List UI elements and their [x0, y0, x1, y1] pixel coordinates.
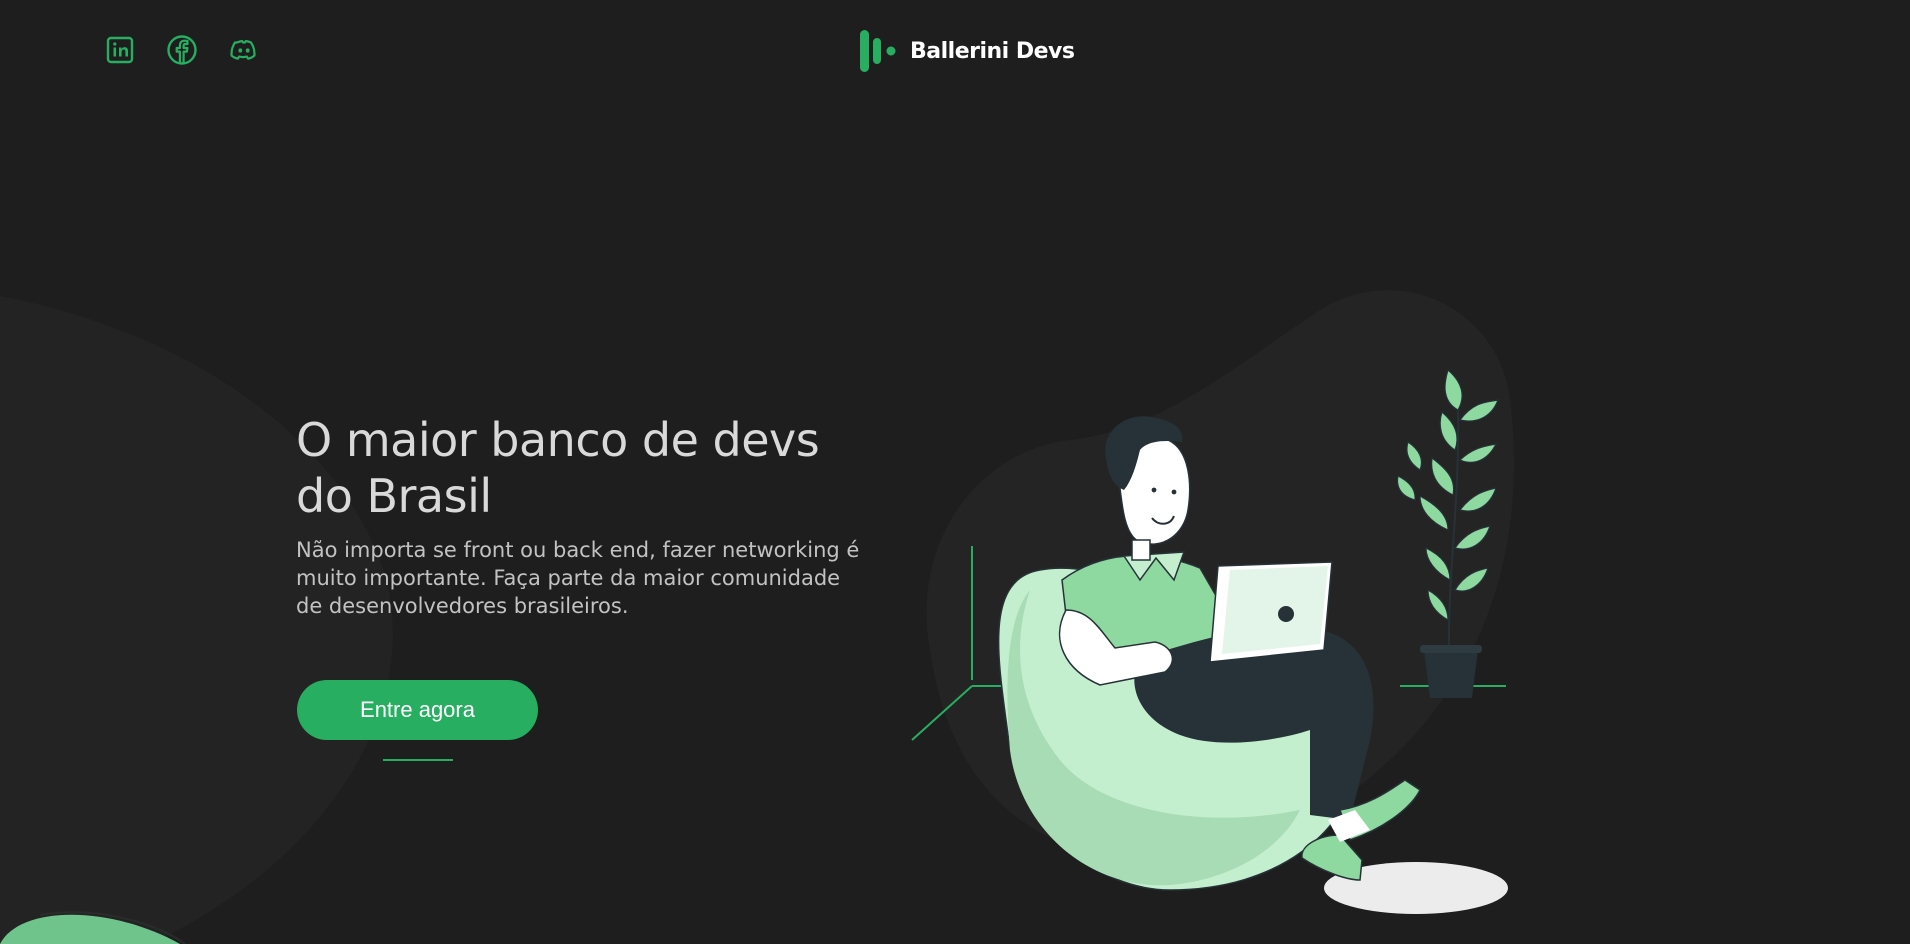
social-links: [104, 34, 260, 66]
discord-icon: [230, 40, 256, 60]
cta-underline: [383, 759, 453, 761]
ballerini-logo-icon: [860, 30, 896, 72]
hero-description: Não importa se front ou back end, fazer …: [296, 538, 860, 618]
hero-title: O maior banco de devs do Brasil: [296, 413, 820, 523]
developer-illustration: [911, 290, 1515, 914]
facebook-icon: [167, 35, 197, 65]
brand[interactable]: Ballerini Devs: [858, 30, 1075, 72]
landing-page: Ballerini Devs O maior banco de devs do …: [0, 0, 1910, 944]
brand-name: Ballerini Devs: [910, 38, 1075, 64]
facebook-link[interactable]: [166, 34, 198, 66]
linkedin-link[interactable]: [104, 34, 136, 66]
linkedin-icon: [106, 36, 134, 64]
discord-link[interactable]: [228, 34, 260, 66]
join-now-button[interactable]: Entre agora: [297, 680, 538, 740]
